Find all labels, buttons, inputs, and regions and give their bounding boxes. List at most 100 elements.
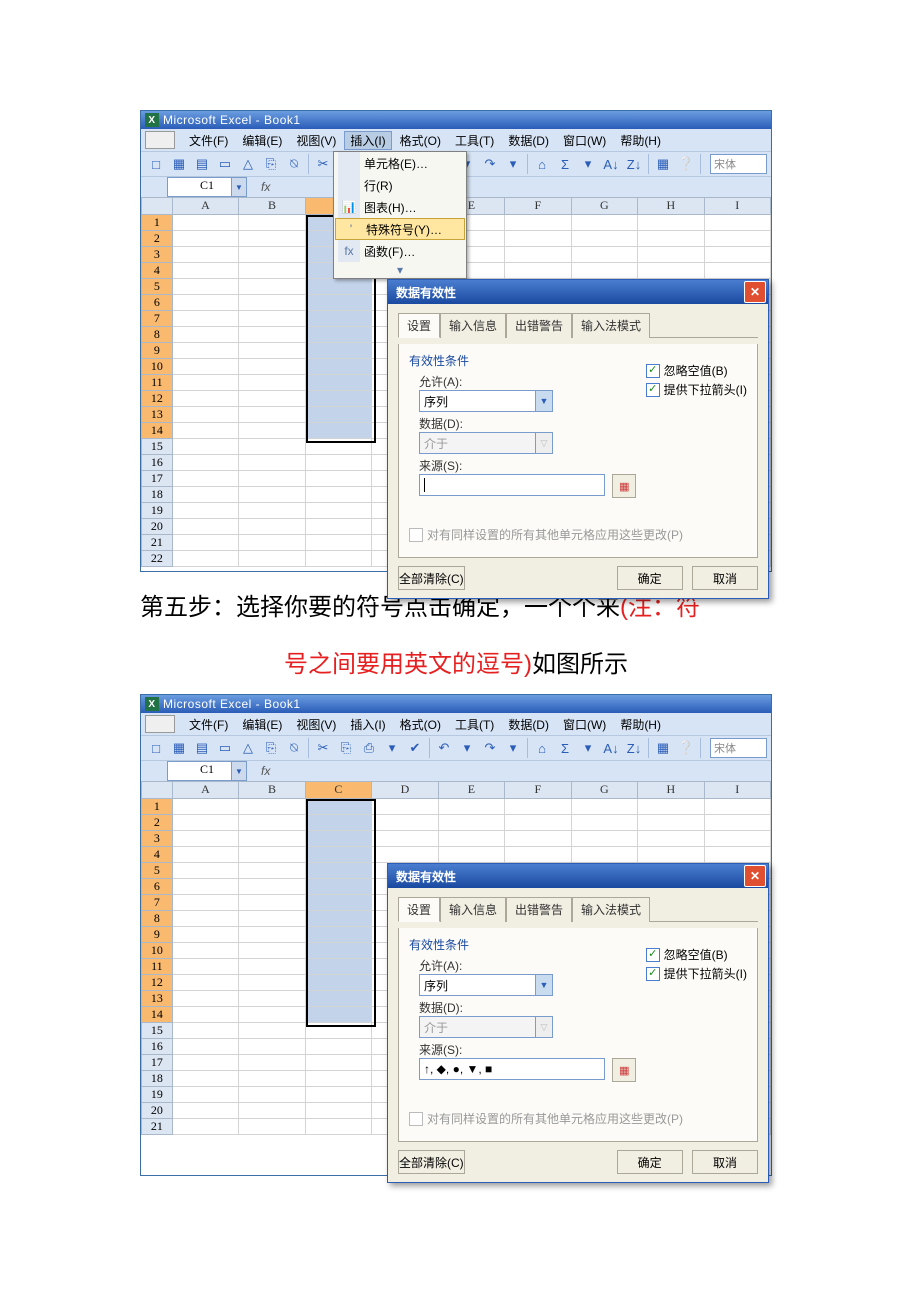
cell[interactable] — [173, 311, 239, 327]
row-header[interactable]: 1 — [141, 215, 173, 231]
menu-item[interactable]: 工具(T) — [449, 716, 500, 733]
toolbar[interactable]: □▦▤▭△⎘⍉✂⎘⎙▾✔↶▾↷▾⌂Σ▾A↓Z↓▦❔宋体 — [141, 735, 771, 760]
select-all-corner[interactable] — [141, 197, 173, 215]
toolbar-button[interactable]: ▭ — [214, 153, 236, 175]
toolbar-button[interactable]: ✂ — [312, 737, 334, 759]
row-header[interactable]: 16 — [141, 1039, 173, 1055]
cell[interactable] — [239, 879, 305, 895]
ignore-blank-checkbox[interactable]: ✓忽略空值(B) — [646, 946, 747, 963]
cell[interactable] — [638, 263, 704, 279]
allow-combo[interactable]: 序列▼ — [419, 974, 553, 996]
menu-item[interactable]: 格式(O) — [394, 132, 447, 149]
cell[interactable] — [306, 455, 372, 471]
row-header[interactable]: 3 — [141, 247, 173, 263]
cell[interactable] — [239, 831, 305, 847]
column-header[interactable]: E — [439, 781, 505, 799]
cell[interactable] — [239, 911, 305, 927]
row-header[interactable]: 13 — [141, 991, 173, 1007]
cell[interactable] — [705, 847, 771, 863]
cell[interactable] — [306, 879, 372, 895]
menu-item[interactable]: 编辑(E) — [236, 716, 288, 733]
close-button[interactable]: ✕ — [744, 865, 766, 887]
cell[interactable] — [173, 215, 239, 231]
cell[interactable] — [173, 247, 239, 263]
menu-item[interactable]: 📊 图表(H)… — [334, 196, 466, 218]
name-box-dropdown-icon[interactable]: ▼ — [231, 178, 246, 196]
menu-item[interactable]: 工具(T) — [449, 132, 500, 149]
cell[interactable] — [239, 1023, 305, 1039]
cell[interactable] — [572, 247, 638, 263]
toolbar-button[interactable]: ▾ — [577, 737, 599, 759]
cell[interactable] — [239, 1087, 305, 1103]
toolbar-button[interactable]: □ — [145, 737, 167, 759]
clear-all-button[interactable]: 全部清除(C) — [398, 1150, 465, 1174]
cell[interactable] — [306, 959, 372, 975]
cell[interactable] — [572, 799, 638, 815]
toolbar-button[interactable]: △ — [237, 153, 259, 175]
toolbar-button[interactable]: A↓ — [600, 153, 622, 175]
menu-item[interactable]: 数据(D) — [502, 132, 555, 149]
cell[interactable] — [173, 831, 239, 847]
font-selector[interactable]: 宋体 — [710, 738, 767, 758]
toolbar-button[interactable]: ▤ — [191, 153, 213, 175]
cell[interactable] — [306, 1055, 372, 1071]
toolbar-button[interactable]: ⎘ — [260, 737, 282, 759]
row-header[interactable]: 19 — [141, 1087, 173, 1103]
data-validation-dialog[interactable]: 数据有效性 ✕ 设置输入信息出错警告输入法模式 有效性条件 允许(A): 序列▼… — [387, 279, 769, 599]
cell[interactable] — [306, 991, 372, 1007]
cell[interactable] — [505, 247, 571, 263]
toolbar-button[interactable]: ▾ — [502, 737, 524, 759]
cell[interactable] — [705, 831, 771, 847]
cell[interactable] — [239, 991, 305, 1007]
fx-label[interactable]: fx — [261, 180, 270, 194]
cell[interactable] — [306, 1087, 372, 1103]
row-header[interactable]: 12 — [141, 975, 173, 991]
dialog-tab[interactable]: 输入信息 — [440, 313, 506, 338]
row-header[interactable]: 22 — [141, 551, 173, 567]
cell[interactable] — [173, 1055, 239, 1071]
column-header[interactable]: G — [572, 781, 638, 799]
cell[interactable] — [572, 847, 638, 863]
cell[interactable] — [239, 439, 305, 455]
cell[interactable] — [239, 1119, 305, 1135]
menu-item[interactable]: 单元格(E)… — [334, 152, 466, 174]
toolbar-button[interactable]: Σ — [554, 737, 576, 759]
cell[interactable] — [239, 519, 305, 535]
row-header[interactable]: 5 — [141, 279, 173, 295]
insert-menu-dropdown[interactable]: 单元格(E)… 行(R) 📊 图表(H)… ' 特殊符号(Y)… fx 函数(F… — [333, 151, 467, 279]
cell[interactable] — [239, 847, 305, 863]
cell[interactable] — [173, 1039, 239, 1055]
row-header[interactable]: 15 — [141, 439, 173, 455]
cell[interactable] — [372, 847, 438, 863]
row-header[interactable]: 8 — [141, 327, 173, 343]
menu-item[interactable]: 窗口(W) — [557, 716, 612, 733]
cell[interactable] — [439, 831, 505, 847]
cell[interactable] — [306, 1103, 372, 1119]
toolbar-button[interactable]: ↷ — [479, 737, 501, 759]
row-header[interactable]: 7 — [141, 895, 173, 911]
cell[interactable] — [173, 439, 239, 455]
cell[interactable] — [306, 279, 372, 295]
cell[interactable] — [638, 231, 704, 247]
cell[interactable] — [173, 911, 239, 927]
source-input[interactable] — [419, 474, 605, 496]
toolbar-button[interactable]: Σ — [554, 153, 576, 175]
name-box[interactable]: C1 ▼ — [167, 761, 247, 781]
cell[interactable] — [239, 343, 305, 359]
cell[interactable] — [439, 815, 505, 831]
row-header[interactable]: 11 — [141, 375, 173, 391]
cell[interactable] — [173, 927, 239, 943]
cell[interactable] — [239, 359, 305, 375]
toolbar-button[interactable]: ❔ — [675, 737, 697, 759]
toolbar-button[interactable]: ▦ — [652, 153, 674, 175]
cell[interactable] — [239, 455, 305, 471]
cell[interactable] — [239, 487, 305, 503]
toolbar-button[interactable]: Z↓ — [623, 737, 645, 759]
dialog-tab[interactable]: 出错警告 — [506, 897, 572, 922]
cell[interactable] — [173, 263, 239, 279]
cell[interactable] — [173, 343, 239, 359]
cell[interactable] — [306, 1039, 372, 1055]
column-header[interactable]: D — [372, 781, 438, 799]
row-header[interactable]: 4 — [141, 847, 173, 863]
cell[interactable] — [173, 535, 239, 551]
